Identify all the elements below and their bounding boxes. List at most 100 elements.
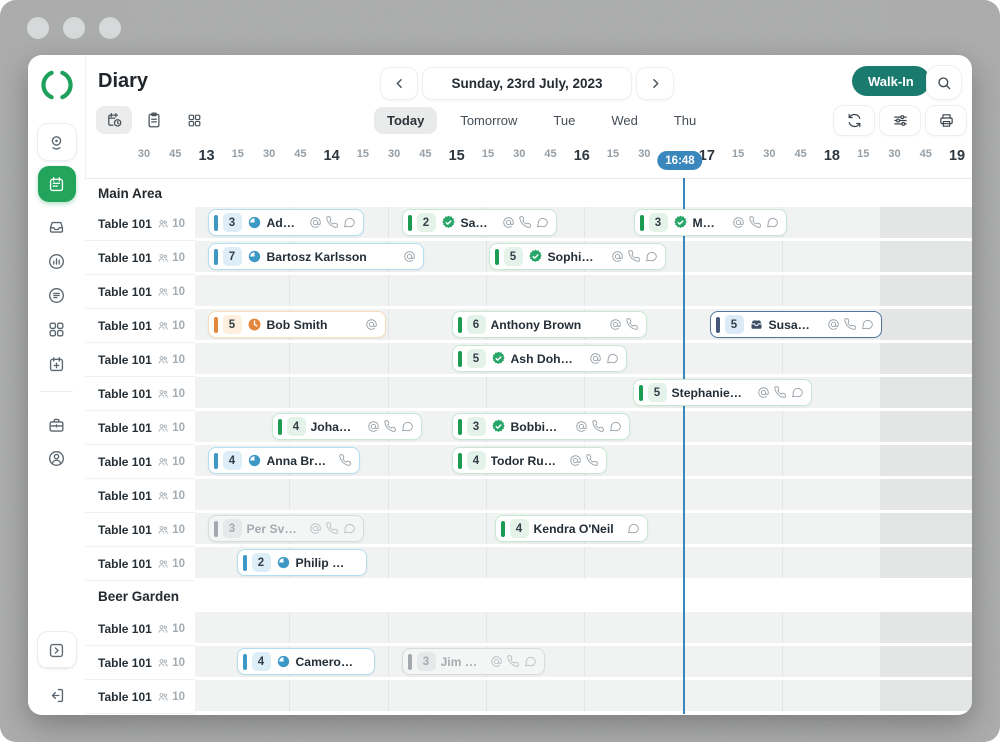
date-prev-button[interactable]: [380, 67, 418, 100]
clipboard-button[interactable]: [136, 106, 172, 134]
sidebar-item-expand[interactable]: [37, 631, 77, 669]
timeline-band[interactable]: 4Cameron Wang 3Jim Clark: [195, 646, 972, 680]
table-capacity: 10: [157, 524, 185, 536]
contact-icons: [575, 420, 622, 433]
timeline-band[interactable]: 5Bob Smith 6Anthony Brown 5Susan Morton: [195, 309, 972, 343]
booking-chip[interactable]: 4Todor Rusanov: [452, 447, 607, 474]
capacity-value: 10: [172, 286, 185, 298]
gridline: [289, 479, 290, 510]
sidebar-item-briefcase[interactable]: [38, 407, 76, 443]
timeline-band[interactable]: [195, 275, 972, 309]
table-label-cell: Table 10110: [85, 547, 195, 581]
status-bar: [458, 419, 462, 435]
sidebar-item-account[interactable]: [38, 440, 76, 476]
booking-chip[interactable]: 6Anthony Brown: [452, 311, 647, 338]
timeline-band[interactable]: 3Adam Smith 2Sandra... 3Megan J...: [195, 207, 972, 241]
booking-chip[interactable]: 3Jim Clark: [402, 648, 545, 675]
gridline: [388, 646, 389, 677]
timeline-band[interactable]: 4Johan Baxter 3Bobbie Carstairs: [195, 411, 972, 445]
booking-chip[interactable]: 5Bob Smith: [208, 311, 386, 338]
timeline-band[interactable]: 5Stephanie Wilson: [195, 377, 972, 411]
booking-chip[interactable]: 5Susan Morton: [710, 311, 882, 338]
booking-chip[interactable]: 4Kendra O'Neil: [495, 515, 648, 542]
people-icon: [157, 490, 169, 502]
table-row: Table 10110 2Philip Garcia: [85, 547, 972, 581]
guest-count-badge: 6: [467, 315, 486, 334]
walk-in-button[interactable]: Walk-In: [852, 66, 930, 96]
tab-tue[interactable]: Tue: [540, 107, 588, 134]
current-time-line: [683, 178, 685, 714]
timeline-band[interactable]: [195, 680, 972, 714]
timeline-band[interactable]: 2Philip Garcia: [195, 547, 972, 581]
booking-chip[interactable]: 3Megan J...: [634, 209, 787, 236]
sidebar-item-reports[interactable]: [38, 277, 76, 313]
email-at-icon: [732, 216, 745, 229]
booking-chip[interactable]: 7Bartosz Karlsson: [208, 243, 424, 270]
window-control-3[interactable]: [99, 17, 121, 39]
phone-icon: [626, 318, 639, 331]
timeline-band[interactable]: [195, 612, 972, 646]
guest-name: Sophie Jackson: [548, 250, 600, 264]
timeline-minute-label: 30: [138, 148, 150, 160]
status-bar: [243, 555, 247, 571]
sidebar-item-logout[interactable]: [38, 677, 76, 713]
sidebar-item-location[interactable]: [37, 123, 77, 161]
tab-thu[interactable]: Thu: [661, 107, 709, 134]
booking-chip[interactable]: 2Sandra...: [402, 209, 557, 236]
account-icon: [47, 449, 66, 468]
booking-chip[interactable]: 5Ash Dohrety: [452, 345, 627, 372]
booking-chip[interactable]: 4Johan Baxter: [272, 413, 422, 440]
date-display[interactable]: Sunday, 23rd July, 2023: [422, 67, 632, 100]
booking-chip[interactable]: 5Stephanie Wilson: [633, 379, 812, 406]
phone-icon: [326, 522, 339, 535]
calendar-clock-button[interactable]: [96, 106, 132, 134]
section-header: Main Area: [85, 180, 972, 207]
booking-chip[interactable]: 3Per Svensson: [208, 515, 364, 542]
filters-button[interactable]: [879, 105, 921, 136]
gridline: [584, 207, 585, 238]
guest-count-badge: 5: [725, 315, 744, 334]
booking-chip[interactable]: 2Philip Garcia: [237, 549, 367, 576]
timeline-hour-label: 15: [449, 148, 465, 164]
message-icon: [791, 386, 804, 399]
sidebar-item-inbox[interactable]: [38, 208, 76, 244]
tab-wed[interactable]: Wed: [598, 107, 651, 134]
timeline-band[interactable]: 4Anna Brown 4Todor Rusanov: [195, 445, 972, 479]
timeline-band[interactable]: [195, 479, 972, 513]
print-button[interactable]: [925, 105, 967, 136]
people-icon: [157, 354, 169, 366]
sidebar-item-apps[interactable]: [38, 311, 76, 347]
table-capacity: 10: [157, 623, 185, 635]
tab-today[interactable]: Today: [374, 107, 437, 134]
status-bar: [408, 215, 412, 231]
window-control-2[interactable]: [63, 17, 85, 39]
sidebar-item-diary-calendar[interactable]: [38, 166, 76, 202]
gridline: [584, 612, 585, 643]
window-control-1[interactable]: [27, 17, 49, 39]
partially-seated-icon: [276, 654, 291, 669]
date-next-button[interactable]: [636, 67, 674, 100]
grid-button[interactable]: [176, 106, 212, 134]
search-button[interactable]: [926, 65, 962, 100]
timeline-band[interactable]: 7Bartosz Karlsson 5Sophie Jackson: [195, 241, 972, 275]
tab-tomorrow[interactable]: Tomorrow: [447, 107, 530, 134]
booking-chip[interactable]: 4Anna Brown: [208, 447, 360, 474]
sidebar-item-stats[interactable]: [38, 243, 76, 279]
booking-chip[interactable]: 3Bobbie Carstairs: [452, 413, 630, 440]
booking-chip[interactable]: 3Adam Smith: [208, 209, 364, 236]
timeline-band[interactable]: 5Ash Dohrety: [195, 343, 972, 377]
table-capacity: 10: [157, 490, 185, 502]
booking-chip[interactable]: 5Sophie Jackson: [489, 243, 666, 270]
message-icon: [609, 420, 622, 433]
sidebar-item-calendar-add[interactable]: [38, 346, 76, 382]
booking-chip[interactable]: 4Cameron Wang: [237, 648, 375, 675]
contact-icons: [589, 352, 619, 365]
gridline: [388, 612, 389, 643]
message-icon: [343, 216, 356, 229]
table-name: Table 101: [98, 523, 152, 537]
refresh-button[interactable]: [833, 105, 875, 136]
guest-count-badge: 5: [223, 315, 242, 334]
timeline-minute-label: 30: [888, 148, 900, 160]
timeline-band[interactable]: 3Per Svensson 4Kendra O'Neil: [195, 513, 972, 547]
phone-icon: [844, 318, 857, 331]
